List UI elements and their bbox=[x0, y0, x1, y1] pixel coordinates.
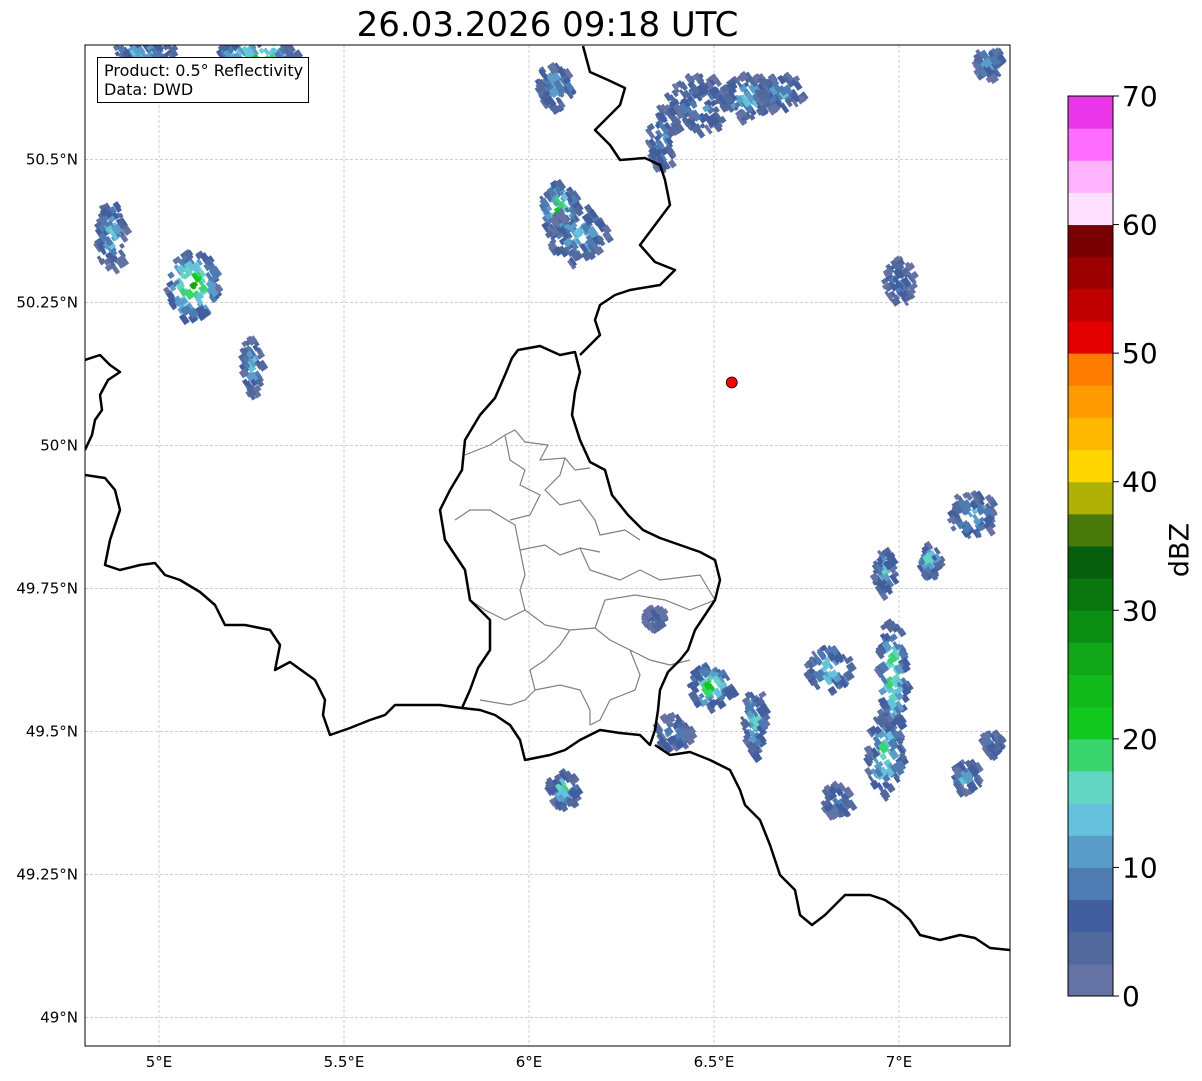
colorbar-bin bbox=[1068, 417, 1113, 451]
colorbar-bin bbox=[1068, 610, 1113, 643]
colorbar-label: dBZ bbox=[1164, 522, 1196, 578]
colorbar-bin bbox=[1068, 385, 1113, 418]
colorbar-bin bbox=[1068, 96, 1113, 129]
lat-tick-label: 50°N bbox=[40, 436, 78, 454]
lat-tick-label: 49.5°N bbox=[26, 722, 78, 740]
colorbar-tick-label: 70 bbox=[1122, 80, 1158, 113]
lon-tick-label: 5°E bbox=[146, 1053, 173, 1071]
colorbar-tick-label: 50 bbox=[1122, 337, 1158, 370]
colorbar-bin bbox=[1068, 128, 1113, 161]
product-label: Product: 0.5° Reflectivity bbox=[104, 61, 304, 80]
colorbar-bin bbox=[1068, 963, 1113, 997]
lon-tick-label: 7°E bbox=[886, 1053, 913, 1071]
colorbar bbox=[1067, 95, 1114, 997]
colorbar-bin bbox=[1068, 160, 1113, 193]
colorbar-bin bbox=[1068, 738, 1113, 772]
colorbar-bin bbox=[1068, 771, 1113, 804]
lon-tick-label: 6°E bbox=[516, 1053, 543, 1071]
colorbar-tick-label: 40 bbox=[1122, 466, 1158, 499]
lat-tick-label: 50.5°N bbox=[26, 150, 78, 168]
radar-site-marker bbox=[725, 376, 738, 389]
colorbar-tick-label: 0 bbox=[1122, 980, 1140, 1013]
colorbar-ticks: 0 10 20 30 40 50 60 70 bbox=[1113, 80, 1158, 1013]
colorbar-bin bbox=[1068, 288, 1113, 322]
colorbar-bin bbox=[1068, 513, 1113, 547]
longitude-ticks: 5°E 5.5°E 6°E 6.5°E 7°E bbox=[146, 1053, 913, 1071]
colorbar-bin bbox=[1068, 449, 1113, 483]
lat-tick-label: 49.75°N bbox=[16, 579, 78, 597]
colorbar-tick-label: 20 bbox=[1122, 723, 1158, 756]
colorbar-bin bbox=[1068, 899, 1113, 933]
lat-tick-label: 49.25°N bbox=[16, 865, 78, 883]
colorbar-bin bbox=[1068, 706, 1113, 740]
colorbar-bin bbox=[1068, 192, 1113, 226]
colorbar-bin bbox=[1068, 803, 1113, 836]
colorbar-tick-label: 30 bbox=[1122, 594, 1158, 627]
colorbar-bin bbox=[1068, 224, 1113, 258]
lon-tick-label: 5.5°E bbox=[324, 1053, 365, 1071]
colorbar-label-container: dBZ bbox=[1160, 520, 1200, 580]
radar-map: 5°E 5.5°E 6°E 6.5°E 7°E 49°N 49.25°N 49.5°N 49.… bbox=[16, 38, 1158, 1071]
colorbar-bin bbox=[1068, 867, 1113, 901]
colorbar-tick-label: 60 bbox=[1122, 209, 1158, 242]
colorbar-bin bbox=[1068, 578, 1113, 611]
lon-tick-label: 6.5°E bbox=[694, 1053, 735, 1071]
colorbar-bin bbox=[1068, 642, 1113, 676]
colorbar-bin bbox=[1068, 674, 1113, 708]
colorbar-bin bbox=[1068, 931, 1113, 965]
colorbar-bin bbox=[1068, 353, 1113, 386]
lat-tick-label: 49°N bbox=[40, 1008, 78, 1026]
echo-cell bbox=[252, 38, 258, 44]
colorbar-bin bbox=[1068, 481, 1113, 515]
colorbar-tick-label: 10 bbox=[1122, 851, 1158, 884]
info-box: Product: 0.5° Reflectivity Data: DWD bbox=[97, 57, 310, 103]
colorbar-bin bbox=[1068, 321, 1113, 354]
latitude-ticks: 49°N 49.25°N 49.5°N 49.75°N 50°N 50.25°N 50.5°… bbox=[16, 150, 78, 1026]
colorbar-bin bbox=[1068, 835, 1113, 868]
colorbar-bin bbox=[1068, 256, 1113, 290]
colorbar-bin bbox=[1068, 546, 1113, 579]
data-source-label: Data: DWD bbox=[104, 80, 194, 99]
lat-tick-label: 50.25°N bbox=[16, 293, 78, 311]
